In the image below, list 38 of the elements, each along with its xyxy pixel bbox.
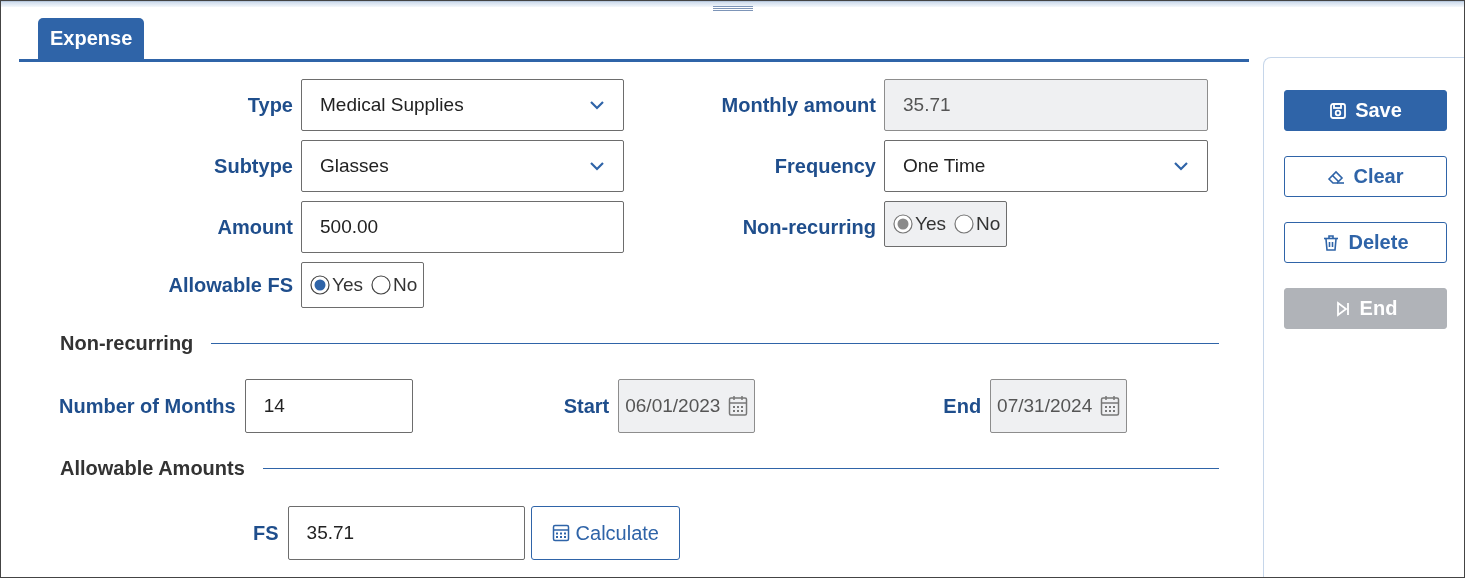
field-label: Frequency: [774, 154, 876, 178]
input-field[interactable]: 14: [244, 379, 413, 433]
input-field[interactable]: 500.00: [301, 201, 624, 253]
field-label: Number of Months: [59, 394, 236, 418]
calculator-icon: [551, 524, 570, 542]
input-field: 35.71: [884, 79, 1208, 131]
calendar-icon: [728, 395, 749, 417]
date-field: 06/01/2023: [618, 379, 756, 433]
save-icon: [1329, 101, 1348, 120]
field-label: Monthly amount: [721, 93, 876, 117]
input-field[interactable]: 35.71: [287, 506, 525, 560]
tab[interactable]: Expense: [38, 18, 145, 59]
trash-icon: [1322, 233, 1341, 252]
field-label: Allowable FS: [168, 273, 293, 297]
radio-option[interactable]: Yes: [310, 274, 363, 296]
field-label: FS: [253, 521, 279, 545]
field-label: Start: [563, 394, 610, 418]
calculate-button[interactable]: Calculate: [530, 506, 680, 560]
chevron-down-icon: [1173, 161, 1189, 171]
radio-option[interactable]: No: [371, 274, 418, 296]
field-label: Subtype: [214, 154, 293, 178]
field-label: End: [943, 394, 982, 418]
dropdown[interactable]: Medical Supplies: [301, 79, 624, 131]
date-field: 07/31/2024: [990, 379, 1128, 433]
chevron-down-icon: [589, 161, 605, 171]
action-button[interactable]: Clear: [1284, 156, 1447, 197]
grip-icon: [712, 6, 753, 11]
field-label: Type: [247, 93, 293, 117]
section-heading: Allowable Amounts: [60, 457, 245, 480]
field-label: Amount: [217, 215, 293, 239]
section-heading: Non-recurring: [60, 332, 194, 355]
dropdown[interactable]: One Time: [884, 140, 1208, 192]
dropdown[interactable]: Glasses: [301, 140, 624, 192]
chevron-down-icon: [589, 100, 605, 110]
action-button[interactable]: Save: [1284, 90, 1447, 131]
action-button[interactable]: Delete: [1284, 222, 1447, 263]
calendar-icon: [1100, 395, 1121, 417]
field-label: Non-recurring: [742, 215, 876, 239]
